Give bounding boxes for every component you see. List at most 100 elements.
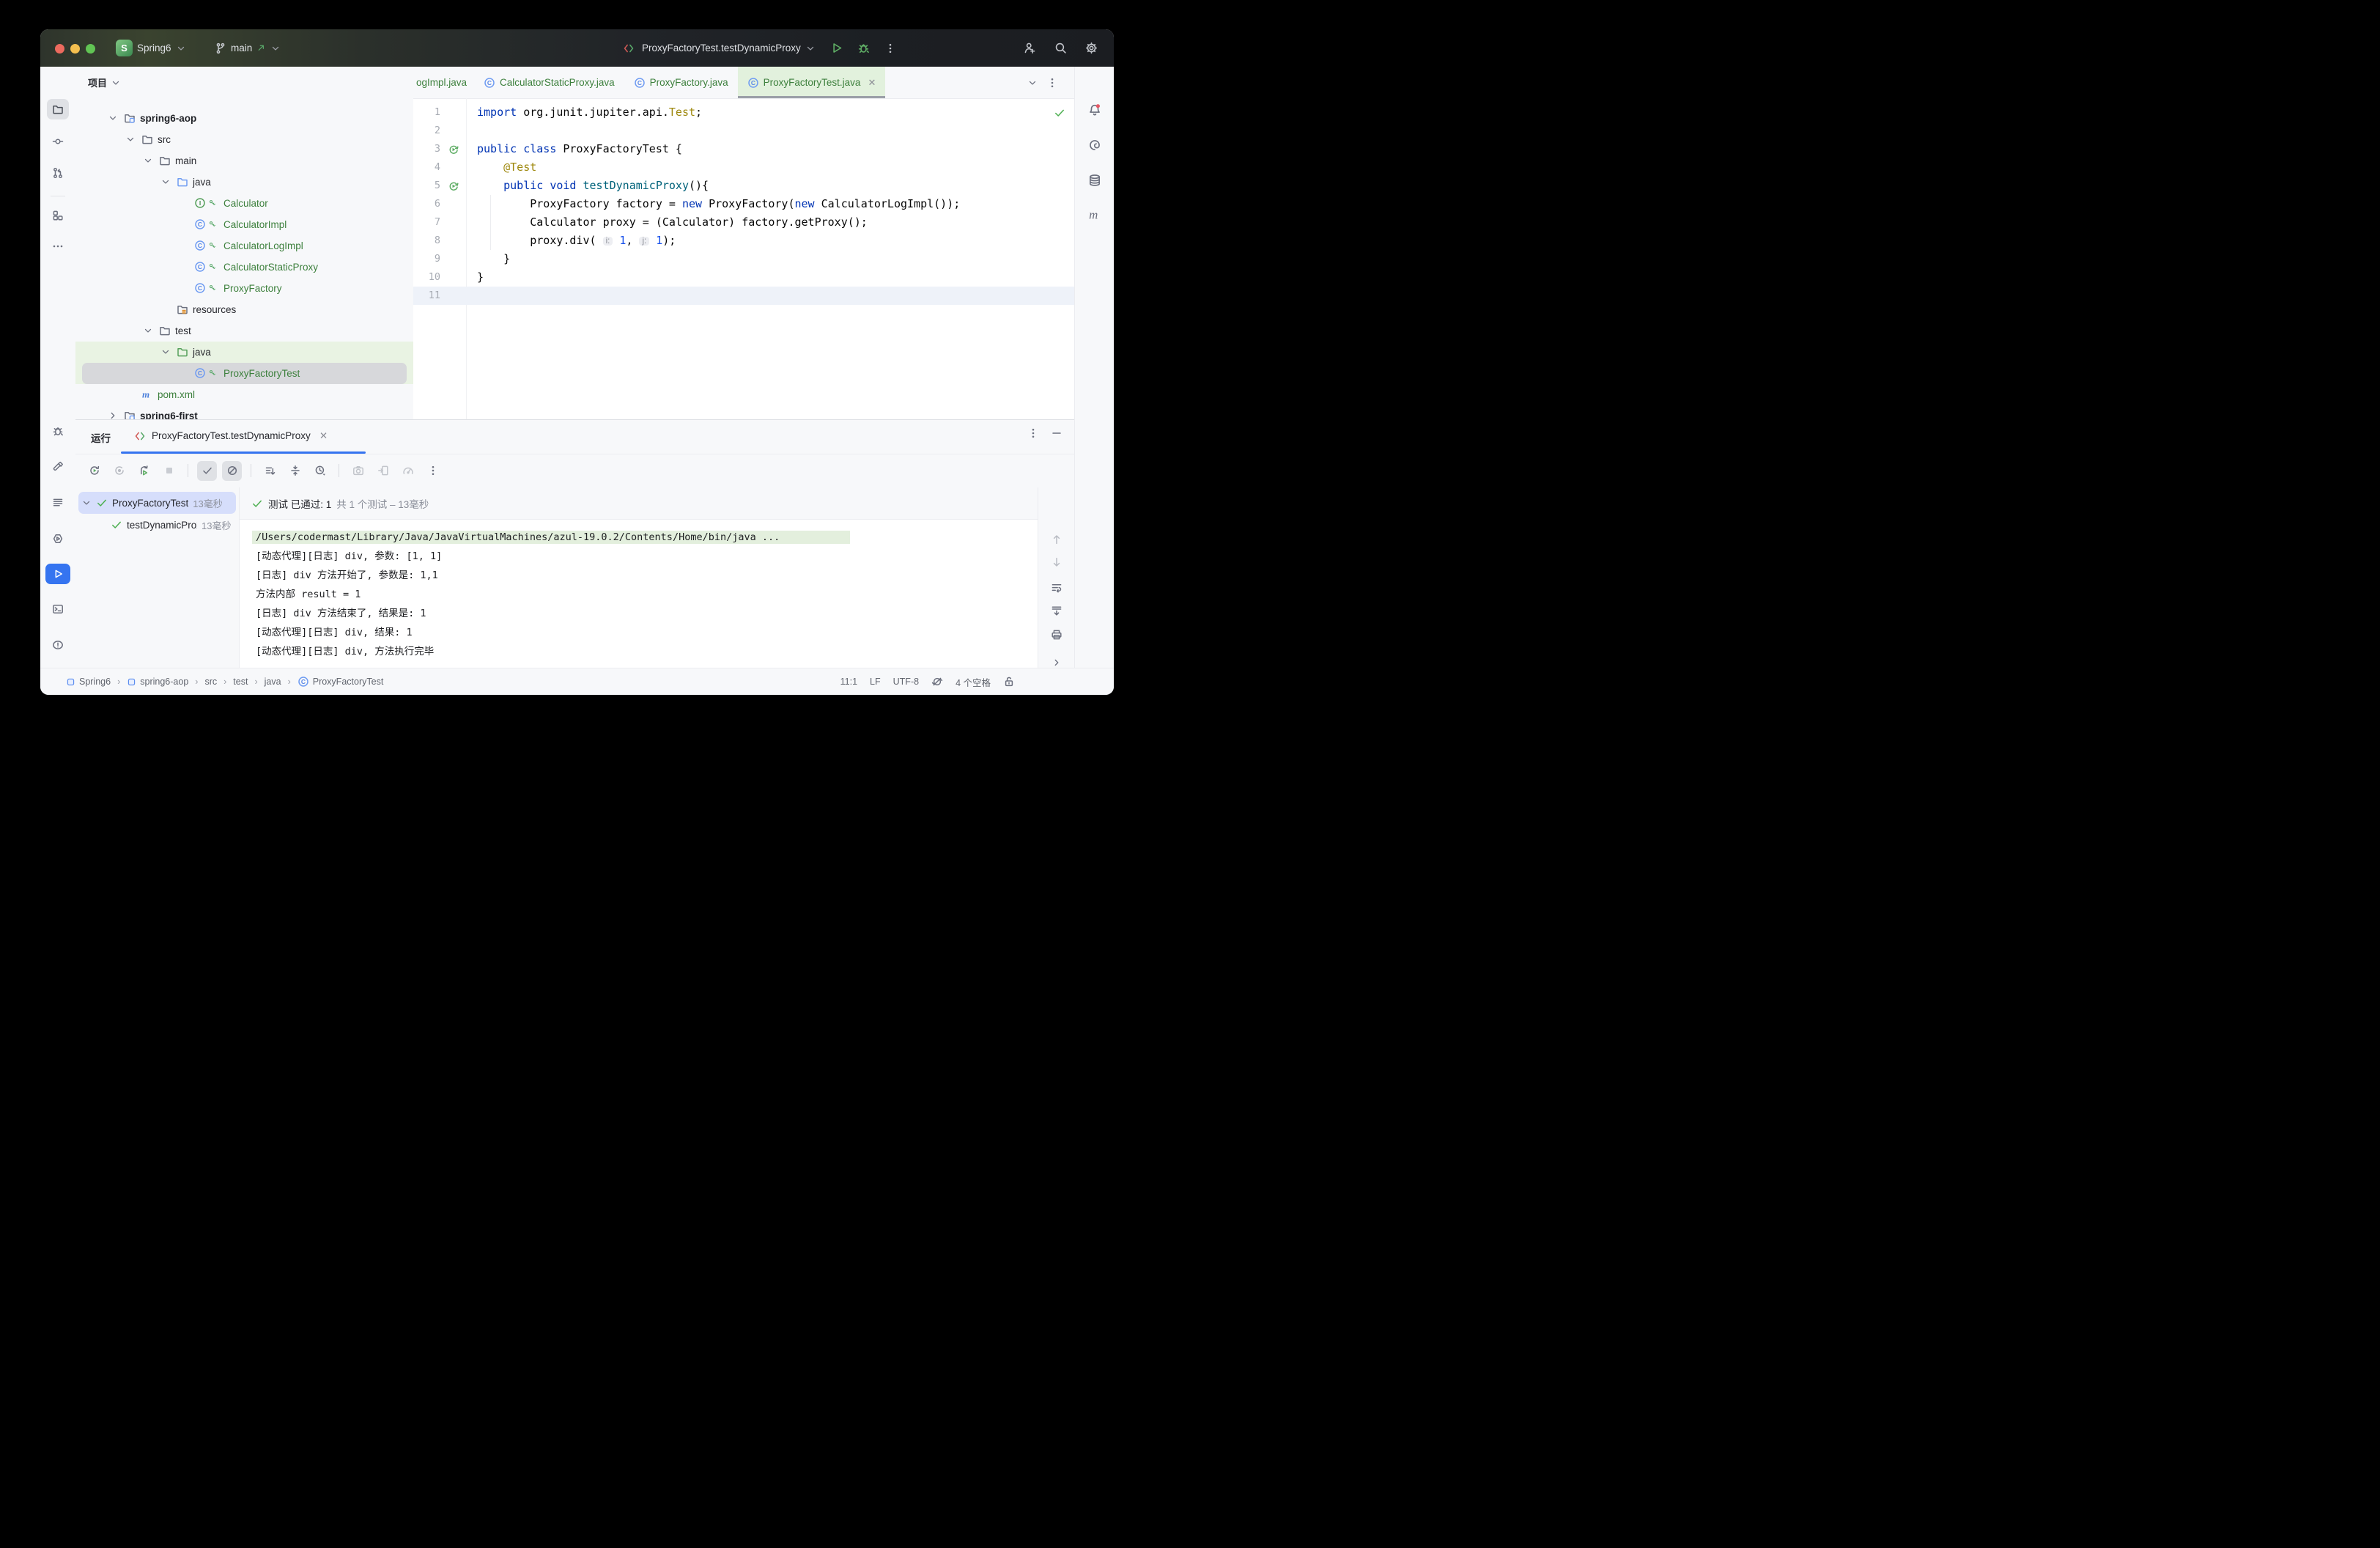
tool-window-ai-assistant-button[interactable] bbox=[1084, 135, 1106, 155]
chevron-right-icon[interactable] bbox=[108, 410, 118, 419]
tool-window-build-button[interactable] bbox=[47, 456, 69, 476]
breadcrumb-item-Spring6[interactable]: Spring6 bbox=[66, 677, 111, 687]
tree-item-CalculatorStaticProxy[interactable]: C CalculatorStaticProxy bbox=[75, 257, 413, 278]
hide-panel-button[interactable] bbox=[1051, 427, 1062, 439]
tree-item-main[interactable]: main bbox=[75, 150, 413, 172]
stop-button[interactable] bbox=[159, 461, 179, 481]
coverage-report-button[interactable] bbox=[398, 461, 418, 481]
tool-window-maven-button[interactable]: m bbox=[1084, 204, 1106, 225]
tree-item-pom.xml[interactable]: m pom.xml bbox=[75, 384, 413, 405]
tree-item-CalculatorLogImpl[interactable]: C CalculatorLogImpl bbox=[75, 235, 413, 257]
rerun-button[interactable] bbox=[84, 461, 104, 481]
close-icon[interactable]: ✕ bbox=[868, 77, 876, 89]
chevron-down-icon[interactable] bbox=[111, 78, 121, 88]
rerun-failed-tests-button[interactable] bbox=[134, 461, 154, 481]
chevron-down-icon[interactable] bbox=[805, 43, 816, 54]
test-node-testDynamicProxy[interactable]: testDynamicProxy 13毫秒 bbox=[78, 514, 236, 536]
status-line-separator[interactable]: LF bbox=[870, 677, 881, 687]
code-line-4[interactable]: 4 @Test bbox=[413, 158, 1074, 177]
tool-window-terminal-button[interactable] bbox=[47, 599, 69, 619]
editor-tab-CalculatorStaticProxy.java[interactable]: C CalculatorStaticProxy.java bbox=[474, 67, 624, 98]
tree-item-Calculator[interactable]: I Calculator bbox=[75, 193, 413, 214]
code-line-6[interactable]: 6 ProxyFactory factory = new ProxyFactor… bbox=[413, 195, 1074, 213]
tool-window-run-button[interactable] bbox=[45, 564, 70, 584]
chevron-down-icon[interactable] bbox=[143, 325, 153, 336]
tree-item-java[interactable]: java bbox=[75, 342, 413, 363]
screenshot-button[interactable] bbox=[348, 461, 368, 481]
tab-options-icon[interactable] bbox=[1046, 77, 1058, 89]
tool-window-services-button[interactable] bbox=[47, 528, 69, 549]
soft-wrap-button[interactable] bbox=[1051, 582, 1062, 594]
close-window-button[interactable] bbox=[55, 44, 64, 54]
import-tests-button[interactable] bbox=[373, 461, 393, 481]
breadcrumb-item-src[interactable]: src bbox=[204, 677, 217, 687]
run-panel-options-button[interactable] bbox=[1027, 427, 1039, 439]
branch-widget[interactable]: main bbox=[215, 29, 281, 67]
zoom-window-button[interactable] bbox=[86, 44, 95, 54]
test-node-ProxyFactoryTest[interactable]: ProxyFactoryTest 13毫秒 bbox=[78, 492, 236, 514]
status-indent[interactable]: 4 个空格 bbox=[956, 675, 991, 689]
chevron-down-icon[interactable] bbox=[125, 134, 136, 144]
tool-window-todo-button[interactable] bbox=[47, 492, 69, 512]
code-line-11[interactable]: 11 bbox=[413, 287, 1074, 305]
tree-item-ProxyFactory[interactable]: C ProxyFactory bbox=[75, 278, 413, 299]
code-line-9[interactable]: 9 } bbox=[413, 250, 1074, 268]
tree-item-spring6-aop[interactable]: spring6-aop bbox=[75, 108, 413, 129]
status-caret-position[interactable]: 11:1 bbox=[840, 677, 857, 687]
tool-window-pull-requests-button[interactable] bbox=[47, 163, 69, 183]
editor-tab-ProxyFactoryTest.java[interactable]: C ProxyFactoryTest.java ✕ bbox=[737, 67, 886, 98]
tool-window-notifications-button[interactable] bbox=[1084, 100, 1106, 120]
tool-window-more-button[interactable] bbox=[47, 236, 69, 257]
breadcrumb-item-java[interactable]: java bbox=[265, 677, 281, 687]
tree-item-test[interactable]: test bbox=[75, 320, 413, 342]
run-tab[interactable]: ProxyFactoryTest.testDynamicProxy ✕ bbox=[134, 420, 328, 452]
search-everywhere-button[interactable] bbox=[1054, 42, 1067, 54]
editor-tab-ogImpl.java[interactable]: ogImpl.java bbox=[413, 67, 474, 98]
debug-button[interactable] bbox=[857, 42, 870, 54]
run-configuration-name[interactable]: ProxyFactoryTest.testDynamicProxy bbox=[642, 43, 801, 54]
run-with-coverage-button[interactable] bbox=[109, 461, 129, 481]
scroll-up-button[interactable] bbox=[1051, 534, 1062, 545]
tool-window-problems-button[interactable] bbox=[47, 635, 69, 655]
chevron-down-icon[interactable] bbox=[108, 113, 118, 123]
minimize-window-button[interactable] bbox=[70, 44, 80, 54]
run-gutter-icon[interactable] bbox=[448, 144, 459, 155]
print-button[interactable] bbox=[1051, 629, 1062, 641]
tool-window-structure-button[interactable] bbox=[47, 205, 69, 226]
tree-item-java[interactable]: java bbox=[75, 172, 413, 193]
scroll-to-end-button[interactable] bbox=[1051, 605, 1062, 616]
tree-item-resources[interactable]: resources bbox=[75, 299, 413, 320]
code-editor[interactable]: 1 import org.junit.jupiter.api.Test; 2 3 pub… bbox=[413, 98, 1074, 419]
project-widget[interactable]: S Spring6 bbox=[116, 29, 186, 67]
code-line-10[interactable]: 10} bbox=[413, 268, 1074, 287]
tab-list-chevron-icon[interactable] bbox=[1027, 78, 1038, 88]
code-line-5[interactable]: 5 public void testDynamicProxy(){ bbox=[413, 177, 1074, 195]
code-line-3[interactable]: 3 public class ProxyFactoryTest { bbox=[413, 140, 1074, 158]
close-icon[interactable]: ✕ bbox=[319, 430, 328, 442]
code-with-me-button[interactable] bbox=[1024, 42, 1036, 54]
breadcrumb-item-test[interactable]: test bbox=[233, 677, 248, 687]
show-passed-button[interactable] bbox=[197, 460, 217, 481]
more-run-options-button[interactable] bbox=[884, 43, 896, 54]
code-line-2[interactable]: 2 bbox=[413, 122, 1074, 140]
collapse-all-button[interactable] bbox=[285, 461, 305, 481]
sort-by-duration-button[interactable] bbox=[260, 461, 280, 481]
tree-item-CalculatorImpl[interactable]: C CalculatorImpl bbox=[75, 214, 413, 235]
status-encoding[interactable]: UTF-8 bbox=[893, 677, 919, 687]
show-ignored-button[interactable] bbox=[222, 460, 242, 481]
breadcrumb-item-ProxyFactoryTest[interactable]: C ProxyFactoryTest bbox=[298, 676, 383, 688]
code-line-1[interactable]: 1 import org.junit.jupiter.api.Test; bbox=[413, 103, 1074, 122]
tree-item-src[interactable]: src bbox=[75, 129, 413, 150]
tool-window-commit-button[interactable] bbox=[47, 131, 69, 152]
chevron-down-icon[interactable] bbox=[160, 177, 171, 187]
breadcrumb-item-spring6-aop[interactable]: spring6-aop bbox=[127, 677, 188, 687]
scroll-down-button[interactable] bbox=[1051, 556, 1062, 568]
run-button[interactable] bbox=[830, 42, 843, 54]
highlighting-level-icon[interactable] bbox=[931, 676, 943, 688]
run-gutter-icon[interactable] bbox=[448, 180, 459, 192]
chevron-down-icon[interactable] bbox=[143, 155, 153, 166]
unlock-icon[interactable] bbox=[1003, 676, 1015, 688]
more-button[interactable] bbox=[423, 461, 443, 481]
tree-item-ProxyFactoryTest[interactable]: C ProxyFactoryTest bbox=[75, 363, 413, 384]
code-line-7[interactable]: 7 Calculator proxy = (Calculator) factor… bbox=[413, 213, 1074, 232]
